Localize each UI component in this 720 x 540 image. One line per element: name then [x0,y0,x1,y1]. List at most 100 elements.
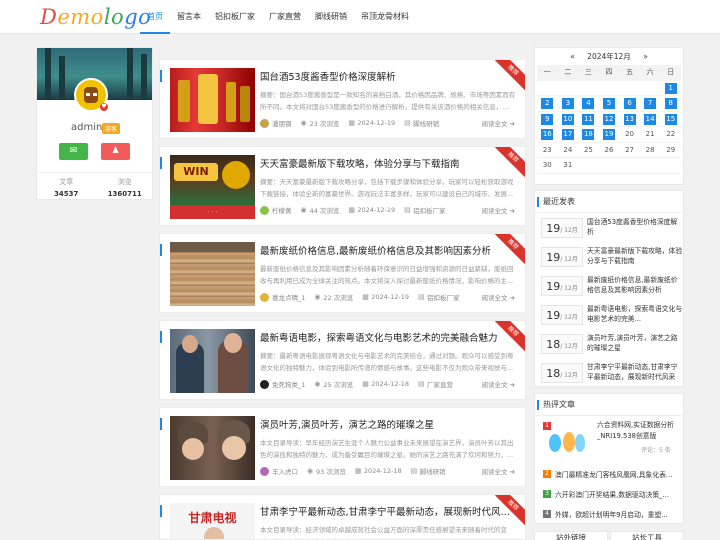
calendar-day[interactable]: 3 [557,96,579,112]
calendar-day[interactable]: 4 [578,96,599,112]
recent-post-title[interactable]: 最新粤语电影，探索粤语文化与电影艺术的完美... [587,304,683,326]
calendar-day[interactable]: 5 [598,96,620,112]
read-more-link[interactable]: 阅读全文 ➔ [481,292,515,302]
hot-item-title[interactable]: 六开彩澳门开奖结果,数据驱动决策_... [555,489,679,499]
article-card: 甘肃电视 甘肃李宁平最新动态,甘肃李宁平最新动态，展现新时代风采与... 本文目… [159,494,526,540]
tab-external-links[interactable]: 站外链接 [534,531,608,540]
calendar-day[interactable]: 11 [578,112,599,127]
nav-item-category[interactable]: 吊顶龙骨材料 [354,0,416,34]
calendar-day: 20 [619,127,640,143]
article-thumbnail[interactable]: 甘肃电视 [170,503,255,539]
calendar-day-number: 25 [583,145,593,154]
calendar-day-number [603,158,615,169]
article-thumbnail[interactable] [170,416,255,480]
qq-button[interactable]: ♟ [101,143,130,160]
calendar-day-number: 12 [602,113,615,125]
article-thumbnail[interactable]: WIN · · · [170,155,255,219]
calendar-day: 21 [639,127,661,143]
article-author[interactable]: 潘朋钢 [272,118,292,128]
calendar-day[interactable]: 6 [619,96,640,112]
recent-post-title[interactable]: 演员叶芳,演员叶芳，演艺之路的璀璨之星 [587,333,683,355]
article-title[interactable]: 甘肃李宁平最新动态,甘肃李宁平最新动态，展现新时代风采与... [260,504,518,518]
calendar-weekday: 六 [639,65,661,81]
calendar-empty-cell [557,81,579,96]
article-category[interactable]: 铝扣板厂家 [427,292,460,302]
recent-post-item[interactable]: 19/ 12月 最新废纸价格信息,最新废纸价格信息及其影响因素分析 [541,273,681,299]
article-title[interactable]: 最新粤语电影，探索粤语文化与电影艺术的完美融合魅力 [260,330,518,344]
calendar-day-number: 8 [664,98,677,109]
calendar-day: 30 [537,158,558,174]
calendar-day-number: 10 [561,113,574,125]
calendar-day: 29 [660,143,681,158]
nav-item-home[interactable]: 首页 [140,0,170,34]
calendar-day[interactable]: 19 [598,127,620,143]
calendar-day[interactable]: 7 [639,96,661,112]
article-title[interactable]: 演员叶芳,演员叶芳，演艺之路的璀璨之星 [260,417,518,431]
article-views: 44 次浏览 [309,207,340,215]
article-author[interactable]: 柠檬黄 [272,205,292,215]
featured-title[interactable]: 六合资料网,实证数据分析_NRI19.538创意版 [597,420,681,442]
nav-item-category[interactable]: 脚线研销 [308,0,354,34]
calendar-day-number [562,81,574,92]
calendar-day[interactable]: 2 [537,96,558,112]
eye-icon: ◉ [300,118,307,127]
calendar-day[interactable]: 17 [557,127,579,143]
article-title[interactable]: 国台酒53度酱香型价格深度解析 [260,69,518,83]
hot-item-title[interactable]: 外媒，欧超计划明年9月启动，重塑... [555,509,679,519]
recent-post-item[interactable]: 18/ 12月 演员叶芳,演员叶芳，演艺之路的璀璨之星 [541,331,681,357]
calendar-day[interactable]: 14 [639,112,661,127]
username: admin [71,122,103,133]
nav-item-guestbook[interactable]: 留言本 [170,0,208,34]
article-card: 最新废纸价格信息,最新废纸价格信息及其影响因素分析 最新废纸价格信息及其影响因素… [159,233,526,313]
read-more-link[interactable]: 阅读全文 ➔ [481,118,515,128]
nav-item-category[interactable]: 厂家直营 [262,0,308,34]
calendar-prev-button[interactable]: « [570,52,575,61]
article-author[interactable]: 免死狗类_1 [272,379,305,389]
calendar-day-number: 1 [664,82,677,94]
article-thumbnail[interactable] [170,329,255,393]
recent-post-title[interactable]: 最新废纸价格信息,最新废纸价格信息及其影响因素分析 [587,275,683,297]
article-thumbnail[interactable] [170,68,255,132]
recent-post-date: 19/ 12月 [541,218,583,238]
calendar-day-number: 19 [602,129,615,140]
hot-item-title[interactable]: 澳门最精准龙门客栈风凰网,具象化表... [555,469,679,479]
date-day: 19 [546,251,561,264]
calendar-day[interactable]: 10 [557,112,579,127]
calendar-day[interactable]: 9 [537,112,558,127]
site-logo[interactable]: Demologo [40,4,151,30]
article-author[interactable]: 丰入虎口 [272,466,298,476]
featured-thumbnail[interactable]: 1 [541,420,589,456]
calendar-day[interactable]: 13 [619,112,640,127]
recent-post-item[interactable]: 19/ 12月 国台酒53度酱香型价格深度解析 [541,215,681,241]
calendar-empty-cell [619,158,640,174]
calendar-day-number: 26 [604,145,614,154]
recent-post-title[interactable]: 甘肃李宁平最新动态,甘肃李宁平最新动态，展现新时代风采 [587,362,683,384]
tab-webmaster-tools[interactable]: 站长工具 [610,531,684,540]
wechat-button[interactable]: ✉ [59,143,88,160]
article-category[interactable]: 铝扣板厂家 [413,205,446,215]
read-more-link[interactable]: 阅读全文 ➔ [481,205,515,215]
calendar-next-button[interactable]: » [643,52,648,61]
calendar-day[interactable]: 8 [660,96,681,112]
calendar-day[interactable]: 18 [578,127,599,143]
read-more-link[interactable]: 阅读全文 ➔ [481,379,515,389]
article-title[interactable]: 最新废纸价格信息,最新废纸价格信息及其影响因素分析 [260,243,518,257]
nav-item-category[interactable]: 铝扣板厂家 [208,0,262,34]
recent-post-item[interactable]: 19/ 12月 天天富豪最新版下载攻略，体验分享与下载指南 [541,244,683,270]
recent-post-title[interactable]: 天天富豪最新版下载攻略，体验分享与下载指南 [587,246,683,268]
date-day: 19 [546,309,561,322]
article-thumbnail[interactable] [170,242,255,306]
article-author[interactable]: 喜龙点晴_1 [272,292,305,302]
article-title[interactable]: 天天富豪最新版下载攻略，体验分享与下载指南 [260,156,518,170]
calendar-day[interactable]: 12 [598,112,620,127]
article-category[interactable]: 厂家直营 [427,379,453,389]
calendar-day[interactable]: 16 [537,127,558,143]
recent-post-item[interactable]: 18/ 12月 甘肃李宁平最新动态,甘肃李宁平最新动态，展现新时代风采 [541,360,681,386]
article-category[interactable]: 脚线研销 [413,118,439,128]
recent-post-item[interactable]: 19/ 12月 最新粤语电影，探索粤语文化与电影艺术的完美... [541,302,683,328]
calendar-day[interactable]: 1 [660,81,681,96]
recent-post-title[interactable]: 国台酒53度酱香型价格深度解析 [587,217,683,239]
read-more-link[interactable]: 阅读全文 ➔ [481,466,515,476]
calendar-day[interactable]: 15 [660,112,681,127]
article-category[interactable]: 脚线研销 [420,466,446,476]
